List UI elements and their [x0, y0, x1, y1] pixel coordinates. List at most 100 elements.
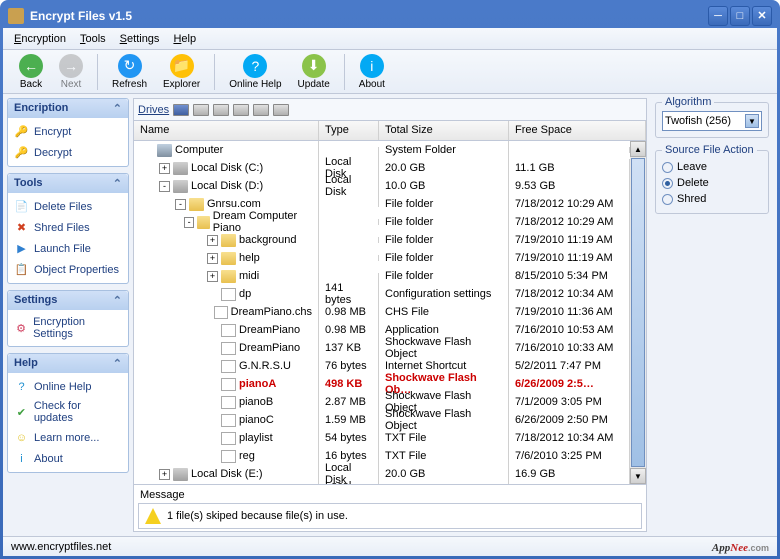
sidebar-item-check-for-updates[interactable]: ✔Check for updates: [10, 397, 126, 427]
shred-files-icon: ✖: [14, 220, 29, 235]
sidebar-item-encrypt[interactable]: 🔑Encrypt: [10, 121, 126, 142]
file-type: [319, 201, 379, 207]
expand-icon[interactable]: +: [207, 271, 218, 282]
close-button[interactable]: ✕: [752, 6, 772, 26]
maximize-button[interactable]: □: [730, 6, 750, 26]
menu-encryption[interactable]: Encryption: [8, 31, 72, 47]
drive-icon[interactable]: [193, 104, 209, 116]
toolbar-back-button[interactable]: ←Back: [11, 52, 51, 92]
sidebar-item-delete-files[interactable]: 📄Delete Files: [10, 196, 126, 217]
action-label: Source File Action: [662, 144, 757, 156]
drive-icon[interactable]: [213, 104, 229, 116]
drives-label: Drives: [138, 104, 169, 116]
toolbar-explorer-button[interactable]: 📁Explorer: [155, 52, 208, 92]
expand-icon[interactable]: +: [207, 253, 218, 264]
file-type: 2.87 MB: [319, 393, 379, 411]
file-row[interactable]: ComputerSystem Folder: [134, 141, 630, 159]
column-type[interactable]: Type: [319, 121, 379, 140]
object-properties-icon: 📋: [14, 262, 29, 277]
message-label: Message: [138, 487, 642, 503]
sidebar-item-about[interactable]: iAbout: [10, 448, 126, 469]
expand-icon[interactable]: -: [159, 181, 170, 192]
file-size: TXT File: [379, 429, 509, 447]
file-row[interactable]: reg16 bytesTXT File7/6/2010 3:25 PM: [134, 447, 630, 465]
toolbar-about-button[interactable]: iAbout: [351, 52, 393, 92]
drive-icon[interactable]: [173, 104, 189, 116]
drive-icon[interactable]: [233, 104, 249, 116]
file-free: 7/19/2010 11:36 AM: [509, 303, 630, 321]
folder-icon: [221, 270, 236, 283]
sidebar-item-encryption-settings[interactable]: ⚙Encryption Settings: [10, 313, 126, 343]
menu-settings[interactable]: Settings: [114, 31, 166, 47]
scroll-thumb[interactable]: [631, 158, 645, 467]
file-free: [509, 147, 630, 153]
toolbar-refresh-button[interactable]: ↻Refresh: [104, 52, 155, 92]
panel-header-encription[interactable]: Encription⌃: [8, 99, 128, 118]
file-row[interactable]: -Dream Computer PianoFile folder7/18/201…: [134, 213, 630, 231]
file-icon: [221, 360, 236, 373]
file-row[interactable]: +helpFile folder7/19/2010 11:19 AM: [134, 249, 630, 267]
toolbar-next-button: →Next: [51, 52, 91, 92]
column-size[interactable]: Total Size: [379, 121, 509, 140]
file-free: 7/19/2010 11:19 AM: [509, 231, 630, 249]
algorithm-value: Twofish (256): [665, 115, 731, 127]
file-row[interactable]: -Local Disk (D:)Local Disk10.0 GB9.53 GB: [134, 177, 630, 195]
toolbar-update-button[interactable]: ⬇Update: [290, 52, 338, 92]
sidebar-item-decrypt[interactable]: 🔑Decrypt: [10, 142, 126, 163]
file-row[interactable]: playlist54 bytesTXT File7/18/2012 10:34 …: [134, 429, 630, 447]
action-delete[interactable]: Delete: [662, 175, 762, 191]
algorithm-label: Algorithm: [662, 96, 714, 108]
file-name: pianoC: [239, 414, 274, 426]
sidebar-item-object-properties[interactable]: 📋Object Properties: [10, 259, 126, 280]
file-name: reg: [239, 450, 255, 462]
scroll-up-icon[interactable]: ▲: [630, 141, 646, 157]
file-name: pianoB: [239, 396, 273, 408]
file-size: File folder: [379, 267, 509, 285]
expand-icon[interactable]: +: [159, 469, 170, 480]
toolbar-online-help-button[interactable]: ?Online Help: [221, 52, 289, 92]
column-free[interactable]: Free Space: [509, 121, 646, 140]
file-row[interactable]: dp141 bytesConfiguration settings7/18/20…: [134, 285, 630, 303]
drive-icon[interactable]: [253, 104, 269, 116]
file-size: File folder: [379, 195, 509, 213]
file-size: File folder: [379, 213, 509, 231]
file-name: Computer: [175, 144, 223, 156]
expand-icon[interactable]: +: [207, 235, 218, 246]
file-row[interactable]: +Local Disk (C:)Local Disk20.0 GB11.1 GB: [134, 159, 630, 177]
menu-tools[interactable]: Tools: [74, 31, 112, 47]
expand-icon[interactable]: +: [159, 163, 170, 174]
file-free: 7/18/2012 10:34 AM: [509, 429, 630, 447]
panel-header-help[interactable]: Help⌃: [8, 354, 128, 373]
drive-icon[interactable]: [273, 104, 289, 116]
file-row[interactable]: pianoC1.59 MBShockwave Flash Object6/26/…: [134, 411, 630, 429]
minimize-button[interactable]: ─: [708, 6, 728, 26]
panel-header-settings[interactable]: Settings⌃: [8, 291, 128, 310]
file-free: 6/26/2009 2:50 PM: [509, 411, 630, 429]
file-row[interactable]: DreamPiano137 KBShockwave Flash Object7/…: [134, 339, 630, 357]
folder-icon: [221, 252, 236, 265]
action-shred[interactable]: Shred: [662, 191, 762, 207]
panel-header-tools[interactable]: Tools⌃: [8, 174, 128, 193]
menu-help[interactable]: Help: [167, 31, 202, 47]
file-size: File folder: [379, 231, 509, 249]
message-text: 1 file(s) skiped because file(s) in use.: [167, 510, 348, 522]
file-row[interactable]: +midiFile folder8/15/2010 5:34 PM: [134, 267, 630, 285]
sidebar-item-learn-more-[interactable]: ☺Learn more...: [10, 427, 126, 448]
file-row[interactable]: +backgroundFile folder7/19/2010 11:19 AM: [134, 231, 630, 249]
scroll-down-icon[interactable]: ▼: [630, 468, 646, 484]
algorithm-dropdown[interactable]: Twofish (256) ▼: [662, 111, 762, 131]
column-name[interactable]: Name: [134, 121, 319, 140]
comp-icon: [157, 144, 172, 157]
file-free: 7/18/2012 10:29 AM: [509, 195, 630, 213]
file-type: Local Disk: [319, 477, 379, 484]
sidebar-item-launch-file[interactable]: ▶Launch File: [10, 238, 126, 259]
file-row[interactable]: DreamPiano.chs0.98 MBCHS File7/19/2010 1…: [134, 303, 630, 321]
file-icon: [221, 378, 236, 391]
action-leave[interactable]: Leave: [662, 159, 762, 175]
sidebar-item-shred-files[interactable]: ✖Shred Files: [10, 217, 126, 238]
vertical-scrollbar[interactable]: ▲ ▼: [630, 141, 646, 484]
file-row[interactable]: +Local Disk (E:)Local Disk20.0 GB16.9 GB: [134, 465, 630, 483]
file-size: TXT File: [379, 447, 509, 465]
expand-icon[interactable]: -: [184, 217, 194, 228]
sidebar-item-online-help[interactable]: ?Online Help: [10, 376, 126, 397]
